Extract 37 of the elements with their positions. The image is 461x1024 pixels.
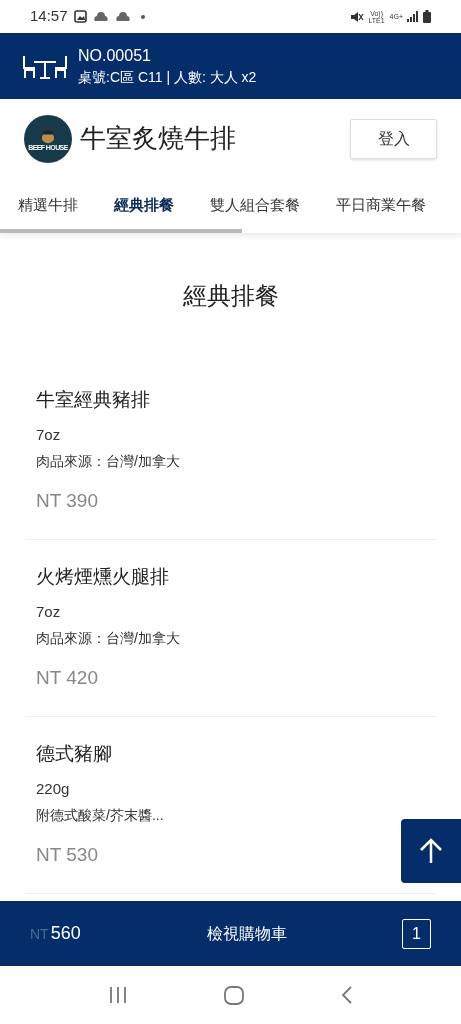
item-price: NT 530 (36, 843, 98, 867)
item-note: 附德式酸菜/芥末醬... (36, 806, 165, 825)
view-cart-label: 檢視購物車 (206, 923, 288, 944)
login-button[interactable]: 登入 (350, 118, 437, 159)
section-title: 經典排餐 (182, 281, 279, 311)
status-time: 14:57 (30, 6, 68, 27)
cloud-icon (114, 12, 131, 21)
cart-bar[interactable]: NT560 檢視購物車 1 (0, 901, 461, 966)
item-size: 7oz (36, 425, 62, 445)
item-note: 肉品來源：台灣/加拿大 (36, 452, 181, 471)
item-price: NT 420 (36, 666, 98, 690)
recent-apps-icon[interactable] (108, 987, 127, 1003)
battery-icon (423, 10, 431, 23)
item-name[interactable]: 德式豬腳 (36, 742, 112, 766)
signal-icon (407, 11, 419, 22)
cart-count-badge: 1 (402, 918, 431, 949)
cart-total: 560 (50, 922, 81, 945)
item-note: 肉品來源：台灣/加拿大 (36, 629, 181, 648)
restaurant-name: 牛室炙燒牛排 (80, 122, 236, 155)
order-number: NO.00051 (78, 47, 152, 65)
mute-icon (349, 10, 364, 23)
category-tab[interactable]: 平日商業午餐 (318, 178, 444, 233)
category-tab[interactable]: 精選牛排 (0, 178, 96, 233)
item-size: 220g (36, 779, 71, 799)
back-to-top-button[interactable] (401, 819, 461, 883)
item-size: 7oz (36, 602, 62, 622)
item-price: NT 390 (36, 489, 98, 513)
category-tab[interactable]: 雙人組合套餐 (192, 178, 318, 233)
item-name[interactable]: 火烤煙燻火腿排 (36, 565, 169, 589)
item-name[interactable]: 牛室經典豬排 (36, 388, 150, 412)
home-icon[interactable] (223, 985, 244, 1005)
back-icon[interactable] (340, 986, 353, 1004)
arrow-up-icon (419, 838, 443, 864)
table-details: 桌號:C區 C11 | 人數: 大人 x2 (78, 69, 257, 85)
gallery-icon (73, 10, 87, 23)
currency-label: NT (30, 925, 49, 944)
cloud-icon (92, 12, 109, 21)
